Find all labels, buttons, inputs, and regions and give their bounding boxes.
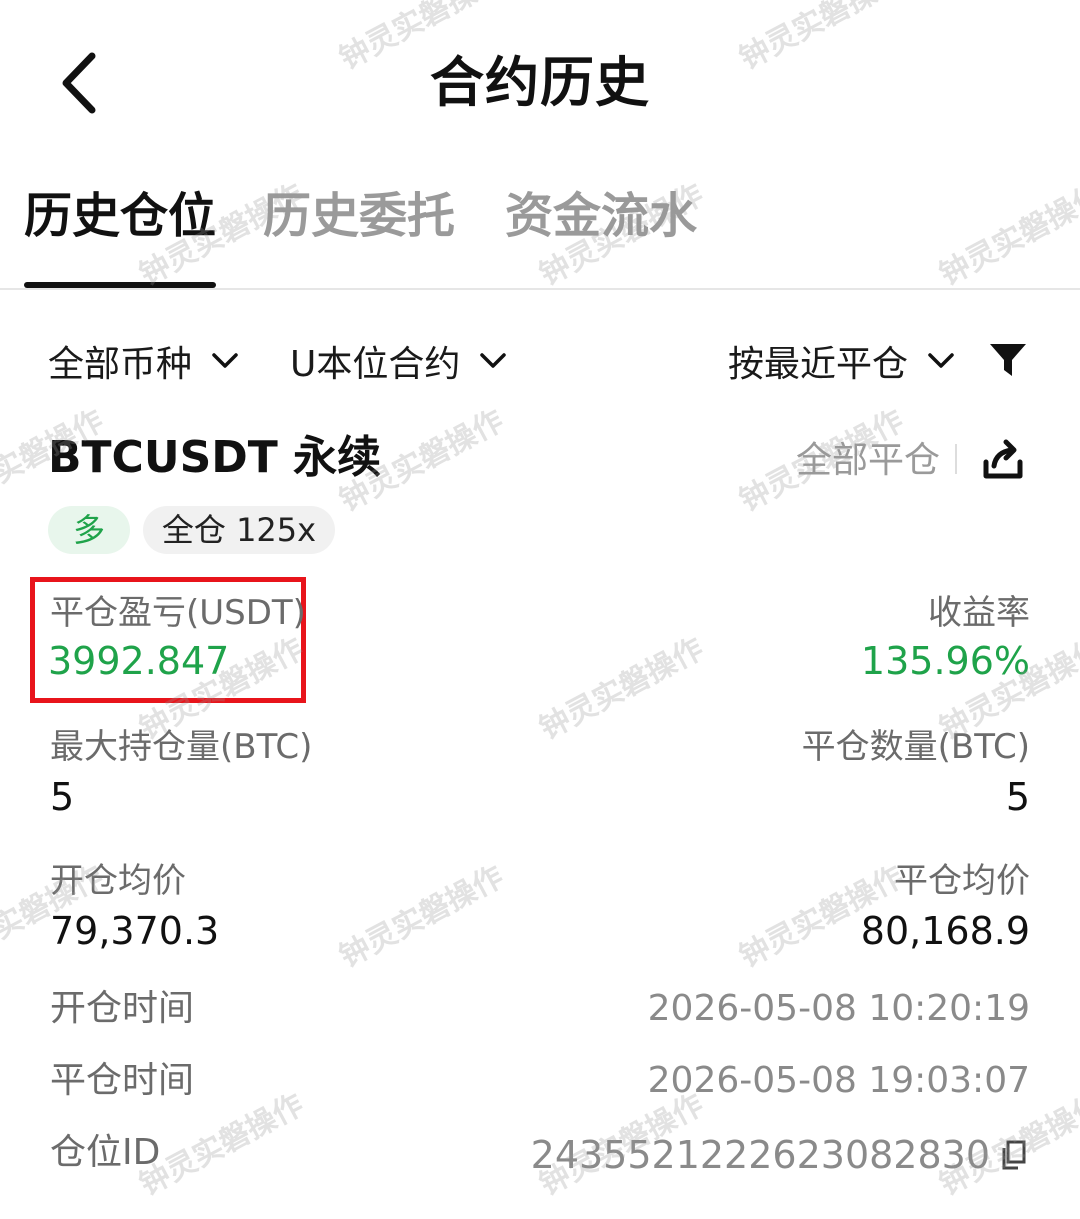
open-avg-value: 79,370.3 bbox=[50, 909, 220, 953]
position-id-label: 仓位ID bbox=[50, 1132, 161, 1173]
roi-label: 收益率 bbox=[928, 593, 1030, 633]
share-button[interactable] bbox=[976, 432, 1030, 486]
divider bbox=[955, 444, 957, 474]
share-icon bbox=[983, 439, 1023, 479]
close-avg-value: 80,168.9 bbox=[860, 909, 1030, 953]
contract-type-dropdown[interactable]: U本位合约 bbox=[290, 336, 507, 386]
sort-label: 按最近平仓 bbox=[728, 344, 909, 385]
roi-value: 135.96% bbox=[860, 639, 1030, 683]
position-id: 243552122262308283​0 bbox=[531, 1130, 1028, 1180]
chevron-down-icon bbox=[928, 353, 954, 369]
watermark: 钟灵实磐操作 bbox=[333, 859, 510, 975]
close-time-label: 平仓时间 bbox=[50, 1060, 195, 1101]
tab-fund-flow[interactable]: 资金流水 bbox=[505, 186, 697, 246]
pnl-label: 平仓盈亏(USDT) bbox=[50, 593, 306, 633]
position-id-value: 243552122262308283​0 bbox=[530, 1133, 990, 1177]
sort-dropdown[interactable]: 按最近平仓 bbox=[728, 336, 954, 386]
page-title: 合约历史 bbox=[430, 51, 650, 114]
funnel-icon[interactable] bbox=[988, 340, 1028, 380]
coin-filter-label: 全部币种 bbox=[48, 344, 193, 385]
open-avg-label: 开仓均价 bbox=[50, 861, 186, 901]
tab-order-history[interactable]: 历史委托 bbox=[263, 186, 455, 246]
open-time-label: 开仓时间 bbox=[50, 988, 195, 1029]
close-avg-label: 平仓均价 bbox=[894, 861, 1030, 901]
close-time-value: 2026-05-08 19:03:07 bbox=[647, 1060, 1030, 1101]
close-all-button[interactable]: 全部平仓 bbox=[796, 436, 940, 486]
position-symbol: BTCUSDT 永续 bbox=[48, 432, 382, 483]
tab-divider bbox=[0, 288, 1080, 290]
open-time-value: 2026-05-08 10:20:19 bbox=[647, 988, 1030, 1029]
pnl-value: 3992.847 bbox=[48, 639, 230, 683]
coin-filter-dropdown[interactable]: 全部币种 bbox=[48, 336, 238, 386]
side-badge: 多 bbox=[48, 506, 130, 554]
max-position-label: 最大持仓量(BTC) bbox=[50, 727, 313, 767]
tab-position-history[interactable]: 历史仓位 bbox=[24, 186, 216, 246]
close-qty-value: 5 bbox=[1005, 775, 1030, 819]
copy-icon[interactable] bbox=[1000, 1140, 1028, 1170]
close-qty-label: 平仓数量(BTC) bbox=[801, 727, 1030, 767]
chevron-down-icon bbox=[480, 353, 507, 369]
watermark: 钟灵实磐操作 bbox=[933, 177, 1080, 293]
contract-type-label: U本位合约 bbox=[290, 344, 461, 385]
margin-leverage-badge: 全仓 125x bbox=[143, 506, 335, 554]
max-position-value: 5 bbox=[50, 775, 75, 819]
chevron-down-icon bbox=[212, 353, 238, 369]
watermark: 钟灵实磐操作 bbox=[533, 631, 710, 747]
